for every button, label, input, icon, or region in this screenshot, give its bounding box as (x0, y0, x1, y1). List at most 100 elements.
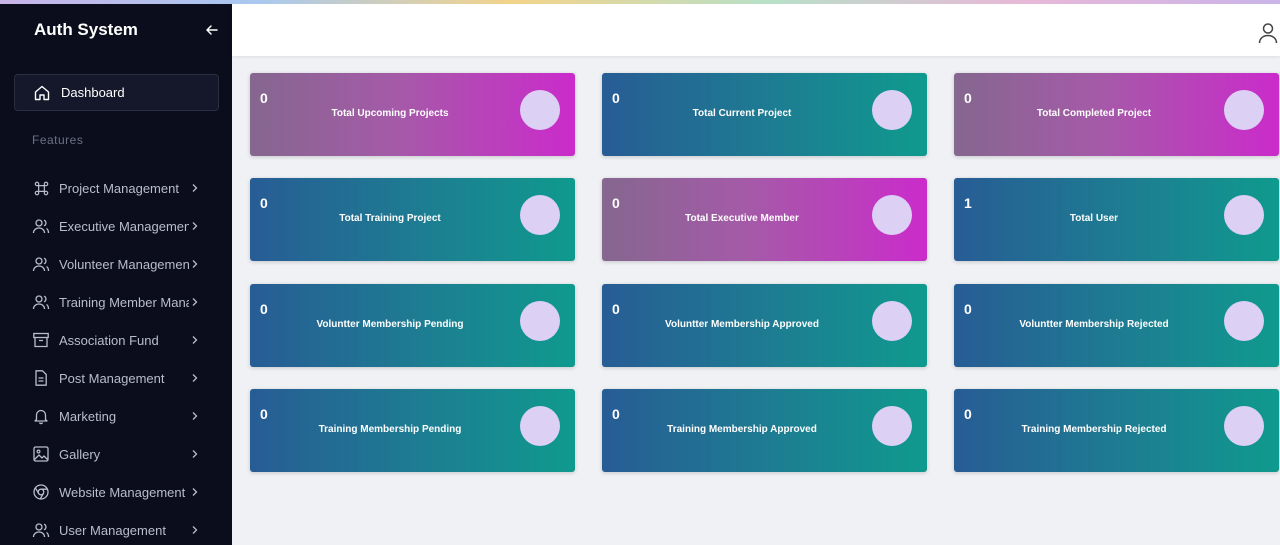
chevron-right-icon (192, 298, 198, 306)
stat-value: 0 (964, 90, 972, 106)
user-profile-button[interactable] (1258, 22, 1280, 44)
stat-value: 1 (964, 195, 972, 211)
stat-value: 0 (612, 406, 620, 422)
stat-card-training-approved[interactable]: 0 Training Membership Approved (602, 389, 927, 472)
stat-card-current-project[interactable]: 0 Total Current Project (602, 73, 927, 156)
sidebar-item-label: Association Fund (59, 332, 159, 348)
stat-value: 0 (260, 90, 268, 106)
stat-circle-icon (520, 195, 560, 235)
stat-circle-icon (520, 406, 560, 446)
stat-circle-icon (520, 90, 560, 130)
stat-title: Training Membership Rejected (1021, 424, 1167, 435)
sidebar-item-label: Dashboard (61, 85, 125, 100)
users-icon (32, 523, 50, 538)
command-icon (34, 181, 48, 195)
stat-title: Total User (1069, 213, 1119, 224)
stat-circle-icon (872, 406, 912, 446)
chevron-right-icon (192, 412, 198, 420)
stat-value: 0 (964, 406, 972, 422)
sidebar-item-dashboard[interactable]: Dashboard (14, 74, 219, 111)
stat-card-training-rejected[interactable]: 0 Training Membership Rejected (954, 389, 1279, 472)
users-icon (32, 295, 50, 310)
stat-circle-icon (872, 301, 912, 341)
stat-circle-icon (872, 90, 912, 130)
stat-value: 0 (260, 406, 268, 422)
users-icon (32, 257, 50, 272)
chevron-right-icon (192, 526, 198, 534)
chevron-right-icon (192, 222, 198, 230)
stat-title: Voluntter Membership Approved (665, 319, 819, 330)
image-icon (33, 446, 49, 462)
user-icon (1258, 23, 1278, 44)
stat-circle-icon (1224, 301, 1264, 341)
sidebar-item-label: Post Management (59, 370, 165, 386)
stat-card-volunteer-pending[interactable]: 0 Voluntter Membership Pending (250, 284, 575, 367)
stat-circle-icon (520, 301, 560, 341)
stat-title: Voluntter Membership Rejected (1019, 319, 1169, 330)
archive-icon (33, 332, 49, 348)
chevron-right-icon (192, 336, 198, 344)
sidebar-item-marketing[interactable]: Marketing (0, 397, 232, 435)
stat-title: Total Executive Member (685, 213, 799, 224)
stat-title: Voluntter Membership Pending (316, 319, 464, 330)
stat-title: Total Completed Project (1036, 108, 1152, 119)
sidebar-item-label: Gallery (59, 446, 101, 462)
stat-circle-icon (1224, 195, 1264, 235)
sidebar-item-user-management[interactable]: User Management (0, 511, 232, 545)
top-header (232, 4, 1280, 56)
collapse-sidebar-button[interactable] (204, 22, 220, 38)
chevron-right-icon (192, 450, 198, 458)
sidebar-item-post-management[interactable]: Post Management (0, 359, 232, 397)
sidebar-item-project-management[interactable]: Project Management (0, 169, 232, 207)
stat-card-volunteer-approved[interactable]: 0 Voluntter Membership Approved (602, 284, 927, 367)
brand-title: Auth System (34, 20, 138, 39)
section-label-features: Features (32, 133, 84, 147)
sidebar-item-label: Volunteer Managemen (59, 256, 189, 272)
stat-card-completed-project[interactable]: 0 Total Completed Project (954, 73, 1279, 156)
stat-title: Total Current Project (692, 108, 792, 119)
stat-card-upcoming-projects[interactable]: 0 Total Upcoming Projects (250, 73, 575, 156)
document-icon (35, 370, 47, 386)
stat-value: 0 (260, 195, 268, 211)
stat-title: Training Membership Approved (667, 424, 817, 435)
sidebar-item-website-management[interactable]: Website Management (0, 473, 232, 511)
stat-circle-icon (1224, 90, 1264, 130)
stat-card-training-pending[interactable]: 0 Training Membership Pending (250, 389, 575, 472)
stat-card-total-user[interactable]: 1 Total User (954, 178, 1279, 261)
stat-value: 0 (964, 301, 972, 317)
stat-title: Training Membership Pending (318, 424, 462, 435)
arrow-left-icon (206, 25, 218, 35)
chevron-right-icon (192, 184, 198, 192)
sidebar-item-label: Training Member Mana (59, 294, 189, 310)
chrome-icon (33, 484, 49, 500)
stat-circle-icon (872, 195, 912, 235)
chevron-right-icon (192, 488, 198, 496)
users-icon (32, 219, 50, 234)
top-color-strip (0, 0, 1280, 4)
sidebar-item-training-member-management[interactable]: Training Member Mana (0, 283, 232, 321)
bell-icon (34, 409, 48, 425)
stat-value: 0 (612, 301, 620, 317)
sidebar-item-label: Executive Managemen (59, 218, 189, 234)
sidebar-item-label: User Management (59, 522, 166, 538)
chevron-right-icon (192, 374, 198, 382)
stat-value: 0 (612, 90, 620, 106)
sidebar-item-volunteer-management[interactable]: Volunteer Managemen (0, 245, 232, 283)
stat-card-executive-member[interactable]: 0 Total Executive Member (602, 178, 927, 261)
home-icon (34, 85, 50, 100)
sidebar-item-gallery[interactable]: Gallery (0, 435, 232, 473)
stat-card-training-project[interactable]: 0 Total Training Project (250, 178, 575, 261)
sidebar-item-association-fund[interactable]: Association Fund (0, 321, 232, 359)
chevron-right-icon (192, 260, 198, 268)
stat-card-volunteer-rejected[interactable]: 0 Voluntter Membership Rejected (954, 284, 1279, 367)
stat-circle-icon (1224, 406, 1264, 446)
stat-title: Total Upcoming Projects (331, 108, 449, 119)
sidebar-header: Auth System (0, 4, 232, 56)
sidebar-item-label: Marketing (59, 408, 117, 424)
sidebar-item-executive-management[interactable]: Executive Managemen (0, 207, 232, 245)
sidebar: Auth System Dashboard Features Project M… (0, 0, 232, 545)
sidebar-nav: Project Management Executive Managemen V… (0, 169, 232, 545)
stat-value: 0 (260, 301, 268, 317)
sidebar-item-label: Website Management (59, 484, 186, 500)
sidebar-item-label: Project Management (59, 180, 179, 196)
